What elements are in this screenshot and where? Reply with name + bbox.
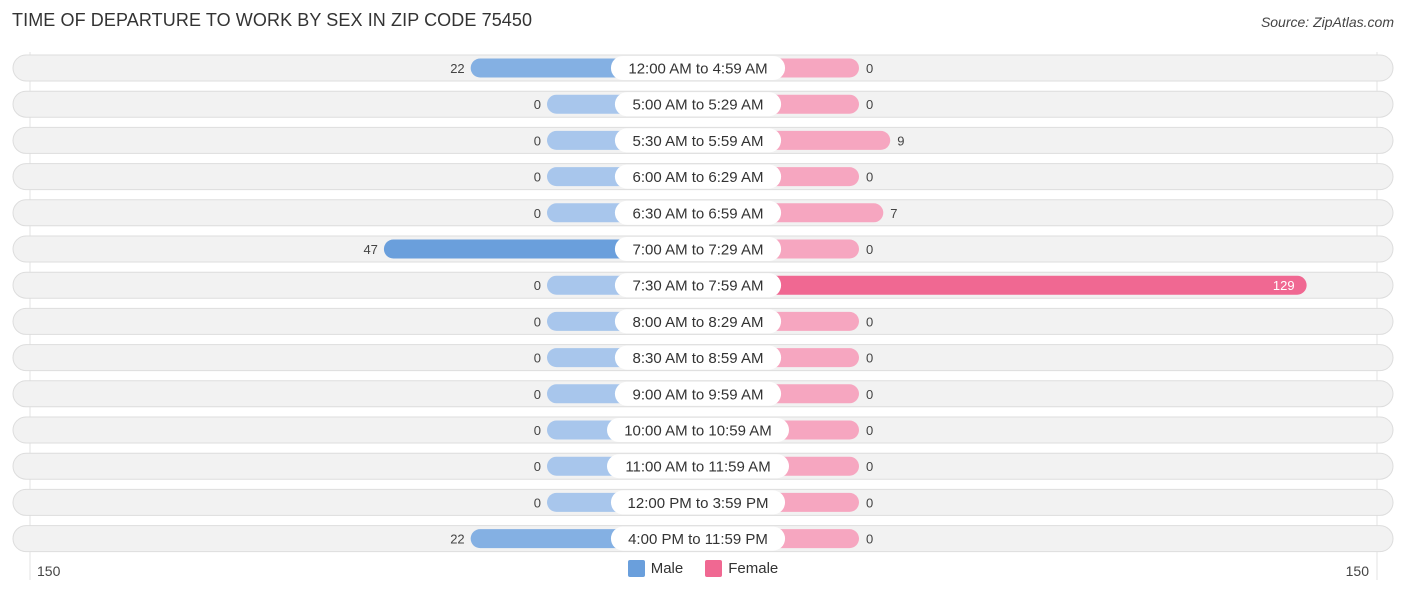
male-value-label: 0 [534, 133, 541, 148]
category-label: 4:00 PM to 11:59 PM [628, 531, 768, 548]
male-value-label: 0 [534, 314, 541, 329]
category-label: 6:00 AM to 6:29 AM [633, 169, 764, 186]
category-label: 9:00 AM to 9:59 AM [633, 386, 764, 403]
legend-swatch-female [705, 560, 723, 577]
category-label: 5:30 AM to 5:59 AM [633, 133, 764, 150]
female-value-label: 0 [866, 170, 873, 185]
category-label: 6:30 AM to 6:59 AM [633, 205, 764, 222]
female-value-label: 0 [866, 495, 873, 510]
category-label: 7:00 AM to 7:29 AM [633, 242, 764, 259]
category-label: 8:30 AM to 8:59 AM [633, 350, 764, 367]
male-value-label: 0 [534, 278, 541, 293]
male-value-label: 0 [534, 459, 541, 474]
male-value-label: 22 [450, 532, 464, 547]
legend-label-female: Female [728, 560, 779, 577]
category-label: 8:00 AM to 8:29 AM [633, 314, 764, 331]
legend-item-male[interactable]: Male [627, 560, 684, 577]
male-value-label: 0 [534, 387, 541, 402]
category-label: 7:30 AM to 7:59 AM [633, 278, 764, 295]
female-bar [703, 275, 1307, 295]
female-value-label: 0 [866, 387, 873, 402]
female-value-label: 0 [866, 459, 873, 474]
legend-item-female[interactable]: Female [705, 560, 778, 577]
male-value-label: 0 [534, 206, 541, 221]
male-value-label: 0 [534, 97, 541, 112]
female-value-label: 0 [866, 423, 873, 438]
female-value-label: 0 [866, 351, 873, 366]
male-value-label: 0 [534, 170, 541, 185]
female-value-label: 0 [866, 97, 873, 112]
male-value-label: 22 [450, 61, 464, 76]
male-value-label: 0 [534, 351, 541, 366]
legend-swatch-male [627, 560, 645, 577]
category-label: 12:00 PM to 3:59 PM [628, 495, 769, 512]
male-value-label: 0 [534, 495, 541, 510]
female-value-label: 0 [866, 532, 873, 547]
male-value-label: 47 [363, 242, 377, 257]
female-value-label: 0 [866, 242, 873, 257]
female-value-label: 129 [1273, 278, 1295, 293]
category-label: 12:00 AM to 4:59 AM [628, 61, 767, 78]
legend: Male Female [0, 560, 1406, 577]
female-value-label: 7 [890, 206, 897, 221]
female-value-label: 9 [897, 133, 904, 148]
chart-canvas: 12:00 AM to 4:59 AM 22 0 5:00 AM to 5:29 AM… [12, 52, 1394, 580]
male-value-label: 0 [534, 423, 541, 438]
category-label: 11:00 AM to 11:59 AM [625, 459, 770, 476]
female-value-label: 0 [866, 314, 873, 329]
female-value-label: 0 [866, 61, 873, 76]
category-label: 10:00 AM to 10:59 AM [624, 423, 772, 440]
legend-label-male: Male [650, 560, 684, 577]
category-label: 5:00 AM to 5:29 AM [633, 97, 764, 114]
